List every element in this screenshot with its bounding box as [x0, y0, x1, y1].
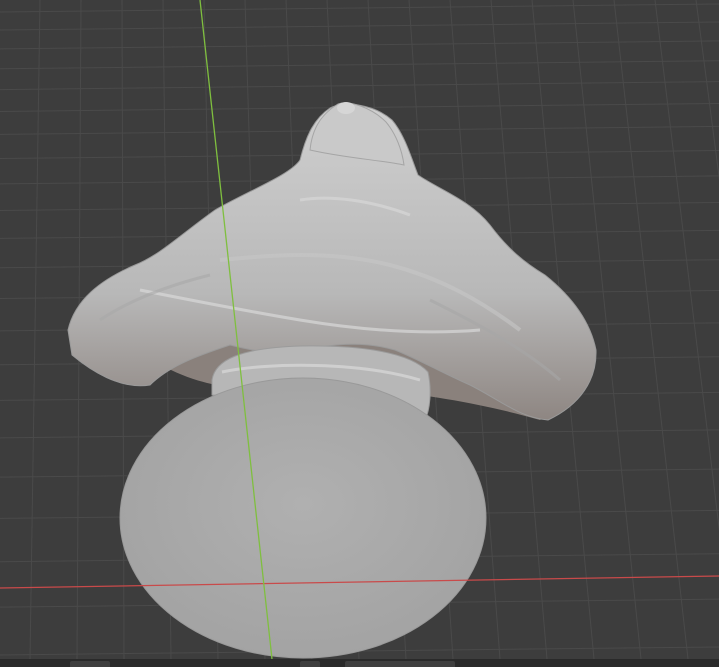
- model-base-disk[interactable]: [119, 377, 487, 659]
- 3d-viewport[interactable]: [0, 0, 719, 659]
- sculpt-bust-model[interactable]: [67, 102, 597, 421]
- viewport-canvas[interactable]: [0, 0, 719, 659]
- bottom-status-bar: [0, 659, 719, 667]
- bottom-tab[interactable]: [70, 661, 110, 667]
- bottom-tab[interactable]: [345, 661, 455, 667]
- bottom-tab[interactable]: [300, 661, 320, 667]
